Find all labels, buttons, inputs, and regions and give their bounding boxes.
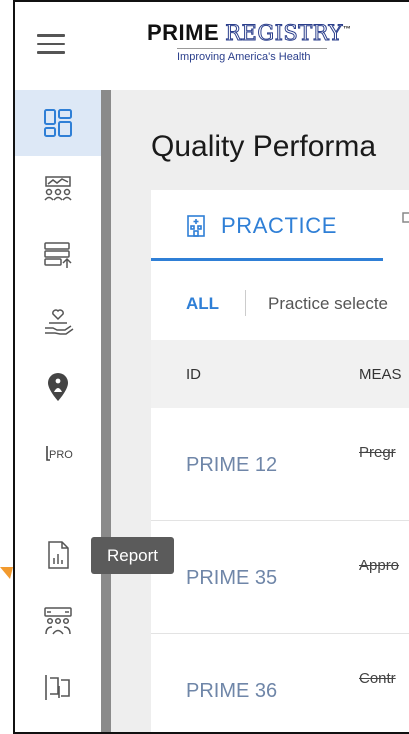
second-tab-icon[interactable] (401, 210, 409, 230)
hamburger-menu-icon[interactable] (37, 34, 65, 56)
main-content: Quality Performa PRACTICE ALL Practice s… (111, 90, 409, 732)
sidebar-item-groups[interactable] (15, 588, 101, 654)
row-measure: Contr (359, 670, 396, 687)
logo-tagline: Improving America's Health (177, 48, 327, 63)
filter-row: ALL Practice selecte (151, 286, 409, 322)
sidebar-item-pro[interactable]: PRO (15, 420, 101, 486)
dashboard-icon (44, 109, 72, 137)
sidebar-item-patients[interactable] (15, 156, 101, 222)
column-header-measure[interactable]: MEAS (359, 366, 402, 383)
performance-card: PRACTICE ALL Practice selecte ID MEAS PR… (151, 190, 409, 732)
sidebar-nav: PRO (15, 90, 101, 732)
logo-bold-text: PRIME (147, 20, 220, 45)
filter-all-button[interactable]: ALL (186, 294, 219, 314)
care-heart-hand-icon (45, 309, 74, 335)
pro-icon-label: PRO (49, 449, 73, 461)
table-row[interactable]: PRIME 36 Contr (151, 634, 409, 732)
tab-practice[interactable]: PRACTICE (151, 190, 383, 262)
patients-group-icon (44, 176, 72, 201)
row-measure: Pregr (359, 444, 396, 461)
app-header: PRIME REGISTRY™ Improving America's Healt… (15, 2, 409, 88)
row-measure: Appro (359, 557, 400, 574)
sidebar-scrollbar[interactable] (101, 90, 111, 732)
row-id-link[interactable]: PRIME 12 (186, 454, 277, 477)
sidebar-item-dashboard[interactable] (15, 90, 101, 156)
sidebar-item-report[interactable] (15, 522, 101, 588)
sidebar-item-data-upload[interactable] (15, 222, 101, 288)
page-title: Quality Performa (151, 130, 377, 163)
active-tab-indicator (151, 258, 383, 261)
filter-selected-text[interactable]: Practice selecte (268, 294, 388, 314)
logo-outline-text: REGISTRY (225, 21, 343, 46)
pro-icon: PRO (46, 446, 73, 461)
tab-practice-label: PRACTICE (221, 213, 338, 238)
app-window: PRIME REGISTRY™ Improving America's Healt… (13, 0, 409, 734)
report-tooltip: Report (91, 537, 174, 574)
group-exchange-icon (44, 607, 72, 635)
filter-divider (245, 290, 246, 316)
tracking-icon (45, 675, 70, 700)
prime-registry-logo[interactable]: PRIME REGISTRY™ Improving America's Healt… (147, 20, 387, 63)
sidebar-item-care[interactable] (15, 288, 101, 354)
sidebar-item-tracking[interactable] (15, 654, 101, 720)
report-icon (48, 541, 69, 569)
pointer-arrow-icon (0, 567, 13, 579)
data-upload-icon (44, 242, 72, 268)
table-header: ID MEAS (151, 340, 409, 408)
row-id-link[interactable]: PRIME 36 (186, 680, 277, 703)
table-row[interactable]: PRIME 35 Appro (151, 521, 409, 634)
logo-trademark: ™ (342, 24, 352, 34)
table-row[interactable]: PRIME 12 Pregr (151, 408, 409, 521)
building-icon (187, 215, 205, 237)
row-id-link[interactable]: PRIME 35 (186, 567, 277, 590)
location-pin-icon (48, 373, 68, 401)
column-header-id[interactable]: ID (186, 366, 201, 383)
sidebar-item-location[interactable] (15, 354, 101, 420)
